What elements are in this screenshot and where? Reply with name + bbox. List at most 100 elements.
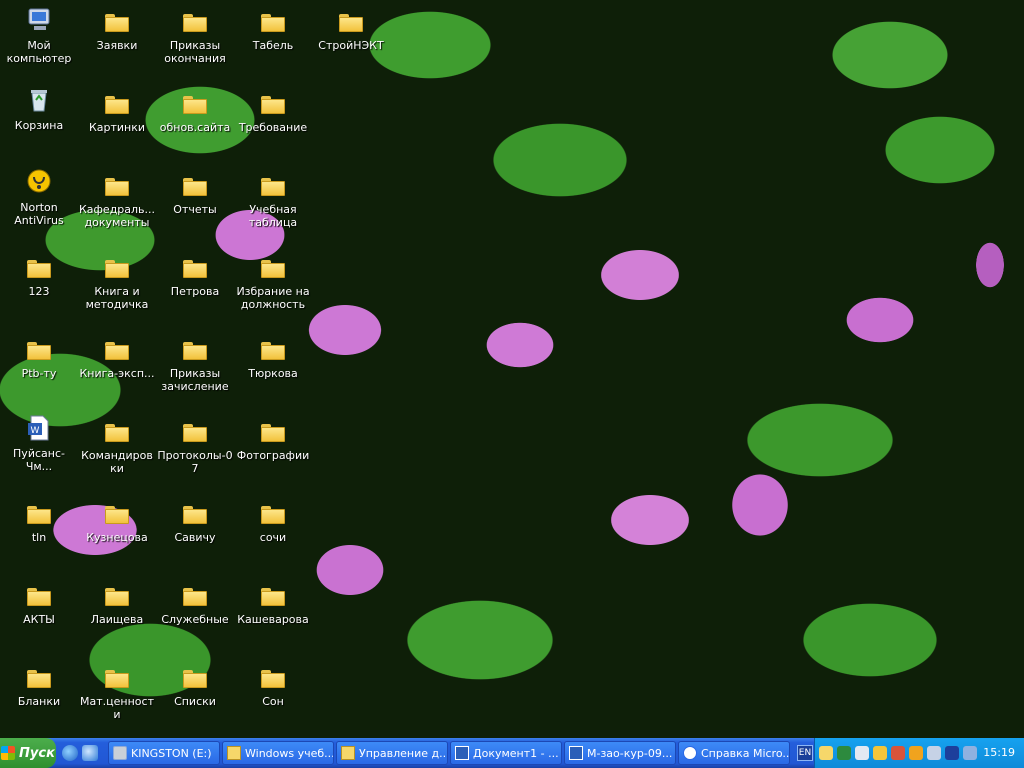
icon-label: Мой компьютер	[6, 39, 72, 65]
desktop-icon-folder[interactable]: Заявки	[78, 4, 156, 52]
show-desktop-icon[interactable]	[82, 745, 98, 761]
desktop-icon-folder[interactable]: Книга-эксп...	[78, 332, 156, 380]
desktop-icon-folder[interactable]: tln	[0, 496, 78, 544]
tray-shield-icon[interactable]	[873, 746, 887, 760]
tray-display-icon[interactable]	[945, 746, 959, 760]
folder-icon	[183, 342, 207, 360]
icon-label: Тюркова	[248, 367, 298, 380]
icon-label: Савичу	[174, 531, 216, 544]
svg-text:W: W	[31, 426, 40, 436]
icon-label: Списки	[174, 695, 216, 708]
folder-icon	[27, 342, 51, 360]
recycle-bin-icon	[23, 84, 55, 116]
folder-icon	[183, 588, 207, 606]
desktop-icon-folder[interactable]: Фотографии	[234, 414, 312, 462]
start-button[interactable]: Пуск	[0, 738, 56, 768]
desktop-icon-folder[interactable]: Савичу	[156, 496, 234, 544]
desktop-icon-folder[interactable]: Списки	[156, 660, 234, 708]
desktop-icon-folder[interactable]: Петрова	[156, 250, 234, 298]
desktop-icon-word-document[interactable]: W Пуйсанс-Чм...	[0, 412, 78, 473]
tray-update-icon[interactable]	[909, 746, 923, 760]
desktop-icon-folder[interactable]: Сон	[234, 660, 312, 708]
desktop-icon-folder[interactable]: СтройНЭКТ	[312, 4, 390, 52]
icon-label: Бланки	[17, 695, 61, 708]
folder-icon	[105, 260, 129, 278]
tray-folder-icon[interactable]	[819, 746, 833, 760]
icon-label: Приказы окончания	[164, 39, 226, 65]
folder-icon	[261, 14, 285, 32]
taskbar-button-windows-ucheb[interactable]: Windows учеб...	[222, 741, 334, 765]
desktop-icon-folder[interactable]: Отчеты	[156, 168, 234, 216]
folder-icon	[105, 342, 129, 360]
icon-label: Картинки	[88, 121, 146, 134]
tray-antivirus-icon[interactable]	[891, 746, 905, 760]
icon-label: АКТЫ	[23, 613, 55, 626]
desktop-icon-folder[interactable]: АКТЫ	[0, 578, 78, 626]
desktop-icon-folder[interactable]: Требование	[234, 86, 312, 134]
icon-label: Сон	[262, 695, 284, 708]
task-label: М-зао-кур-09...	[587, 746, 673, 760]
icon-label: tln	[31, 531, 47, 544]
word-icon	[569, 746, 583, 760]
desktop-icon-folder[interactable]: Командировки	[78, 414, 156, 475]
folder-icon	[105, 588, 129, 606]
taskbar-button-kingston[interactable]: KINGSTON (E:)	[108, 741, 220, 765]
desktop-icon-folder[interactable]: Лаищева	[78, 578, 156, 626]
desktop-icon-folder[interactable]: сочи	[234, 496, 312, 544]
desktop-icon-recycle-bin[interactable]: Корзина	[0, 84, 78, 132]
taskbar-button-document1[interactable]: Документ1 - ...	[450, 741, 562, 765]
desktop-icon-folder[interactable]: 123	[0, 250, 78, 298]
folder-icon	[261, 96, 285, 114]
language-indicator[interactable]: EN	[797, 745, 813, 761]
task-label: Windows учеб...	[245, 746, 334, 760]
folder-icon	[183, 670, 207, 688]
desktop-icon-folder[interactable]: обнов.сайта	[156, 86, 234, 134]
folder-icon	[183, 424, 207, 442]
icon-label: Лаищева	[90, 613, 144, 626]
task-label: KINGSTON (E:)	[131, 746, 212, 760]
internet-explorer-icon[interactable]	[62, 745, 78, 761]
desktop-icon-folder[interactable]: Бланки	[0, 660, 78, 708]
folder-icon	[105, 424, 129, 442]
desktop-wallpaper: Мой компьютер Корзина Norton AntiVirus 1…	[0, 0, 1024, 738]
desktop-icon-my-computer[interactable]: Мой компьютер	[0, 4, 78, 65]
desktop-icon-folder[interactable]: Приказы зачисление	[156, 332, 234, 393]
tray-monitor-icon[interactable]	[963, 746, 977, 760]
help-icon	[683, 746, 697, 760]
taskbar-button-m-zao-kur[interactable]: М-зао-кур-09...	[564, 741, 676, 765]
desktop-icon-folder[interactable]: Кафедраль... документы	[78, 168, 156, 229]
icon-label: Заявки	[96, 39, 138, 52]
desktop-icon-folder[interactable]: Мат.ценности	[78, 660, 156, 721]
desktop-icon-folder[interactable]: Кашеварова	[234, 578, 312, 626]
desktop-icon-folder[interactable]: Кузнецова	[78, 496, 156, 544]
desktop-icon-folder[interactable]: Протоколы-07	[156, 414, 234, 475]
tray-mail-icon[interactable]	[855, 746, 869, 760]
task-label: Управление д...	[359, 746, 448, 760]
folder-icon	[27, 670, 51, 688]
folder-icon	[183, 96, 207, 114]
desktop-icon-folder[interactable]: Приказы окончания	[156, 4, 234, 65]
icon-label: Книга и методичка	[85, 285, 149, 311]
norton-antivirus-icon	[23, 166, 55, 198]
desktop-icon-folder[interactable]: Книга и методичка	[78, 250, 156, 311]
my-computer-icon	[23, 4, 55, 36]
icon-label: СтройНЭКТ	[318, 39, 384, 52]
desktop-icon-folder[interactable]: Служебные	[156, 578, 234, 626]
tray-network-icon[interactable]	[837, 746, 851, 760]
desktop-icon-folder[interactable]: Избрание на должность	[234, 250, 312, 311]
folder-icon	[105, 506, 129, 524]
folder-icon	[339, 14, 363, 32]
clock[interactable]: 15:19	[983, 746, 1015, 759]
desktop-icon-folder[interactable]: Учебная таблица	[234, 168, 312, 229]
desktop-icon-folder[interactable]: Тюркова	[234, 332, 312, 380]
tray-tools-icon[interactable]	[927, 746, 941, 760]
desktop-icon-folder[interactable]: Ptb-ту	[0, 332, 78, 380]
icon-label: обнов.сайта	[159, 121, 231, 134]
taskbar-button-upravlenie[interactable]: Управление д...	[336, 741, 448, 765]
desktop-icon-folder[interactable]: Картинки	[78, 86, 156, 134]
desktop-icon-folder[interactable]: Табель	[234, 4, 312, 52]
taskbar-button-spravka[interactable]: Справка Micro...	[678, 741, 790, 765]
folder-icon	[183, 506, 207, 524]
desktop-icon-norton[interactable]: Norton AntiVirus	[0, 166, 78, 227]
folder-icon	[183, 178, 207, 196]
